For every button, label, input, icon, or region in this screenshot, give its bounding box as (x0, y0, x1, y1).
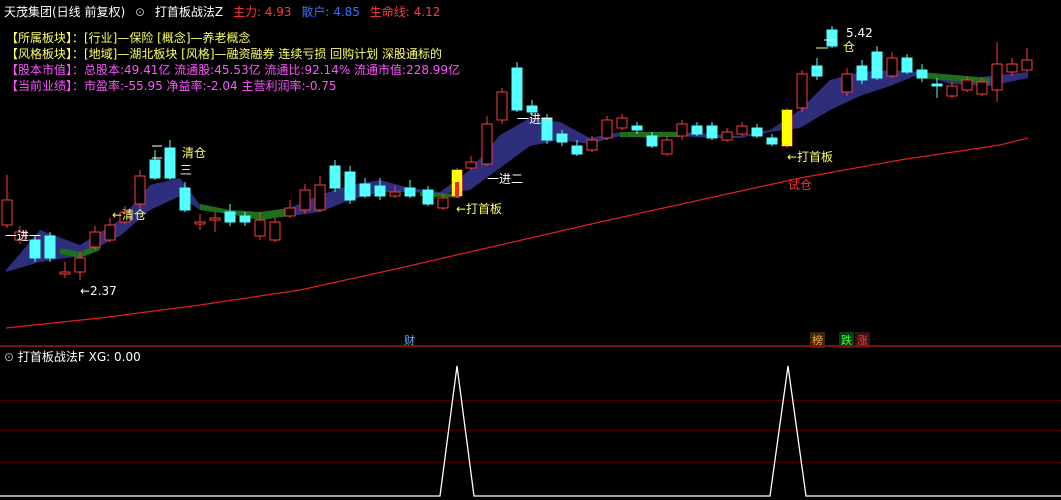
candle (359, 183, 371, 197)
qingcang-label-3: 仓 (843, 40, 856, 54)
dashouban-label-2: ←打首板 (787, 150, 834, 164)
candle (284, 207, 296, 217)
candle (224, 211, 236, 223)
candle (646, 135, 658, 147)
shicang-label: 试仓 (788, 178, 813, 192)
candle (344, 171, 356, 201)
qingcang-label-2: 清仓 (182, 146, 207, 160)
candle (404, 187, 416, 197)
candle (826, 29, 838, 47)
candle (269, 221, 281, 241)
jin2-label: 一进二 (487, 172, 524, 186)
candle (1, 199, 13, 226)
candle (991, 63, 1003, 91)
candle (496, 91, 508, 121)
candle (134, 175, 146, 205)
candle (766, 137, 778, 145)
candle (976, 81, 988, 95)
candle (601, 119, 613, 139)
signal-chart[interactable] (0, 350, 1061, 500)
candle (209, 217, 221, 221)
candle (556, 133, 568, 143)
candle (946, 85, 958, 97)
signal-line (0, 365, 1061, 497)
candle (389, 191, 401, 197)
candle (871, 51, 883, 79)
jin1-label-a: 一进一 (5, 229, 42, 243)
signal-bar-inner (455, 182, 459, 196)
candle (841, 73, 853, 93)
candle (465, 161, 477, 169)
candle (164, 147, 176, 179)
dashouban-label-1: ←打首板 (456, 202, 503, 216)
candle (691, 125, 703, 135)
price-chart[interactable] (0, 0, 1061, 345)
candle (437, 197, 449, 209)
candle (796, 73, 808, 109)
candle (571, 145, 583, 155)
signal-bar (782, 110, 792, 146)
candle (661, 139, 673, 155)
candle (329, 165, 341, 189)
candle (886, 57, 898, 77)
candle (511, 67, 523, 111)
candle (89, 231, 101, 248)
candle (721, 131, 733, 141)
candle (706, 125, 718, 139)
candle (481, 123, 493, 165)
candle (194, 221, 206, 225)
candle (751, 127, 763, 137)
low-price-label: ←2.37 (80, 284, 117, 298)
candle (856, 65, 868, 81)
candle (916, 69, 928, 79)
candle (616, 117, 628, 129)
qingcang-label-1: ←清仓 (112, 208, 147, 222)
candle (736, 125, 748, 135)
candle (299, 189, 311, 211)
jin1-label-b: 一进一 (517, 112, 554, 126)
candle (179, 187, 191, 211)
candle (74, 257, 86, 273)
jin3-label: 三 (180, 163, 193, 177)
candle (422, 189, 434, 205)
candle (931, 83, 943, 87)
candle (1006, 63, 1018, 73)
candle (254, 219, 266, 237)
candle (239, 215, 251, 223)
candle (811, 65, 823, 77)
candle (676, 123, 688, 137)
candle (104, 224, 116, 241)
candle (374, 185, 386, 197)
panel-separator[interactable] (0, 345, 1061, 347)
candle (631, 125, 643, 131)
candle (901, 57, 913, 73)
candle (59, 271, 71, 275)
candle (149, 159, 161, 179)
candle (44, 235, 56, 259)
candle (1021, 59, 1033, 71)
candle (314, 184, 326, 211)
candle (586, 139, 598, 151)
candle (961, 79, 973, 91)
